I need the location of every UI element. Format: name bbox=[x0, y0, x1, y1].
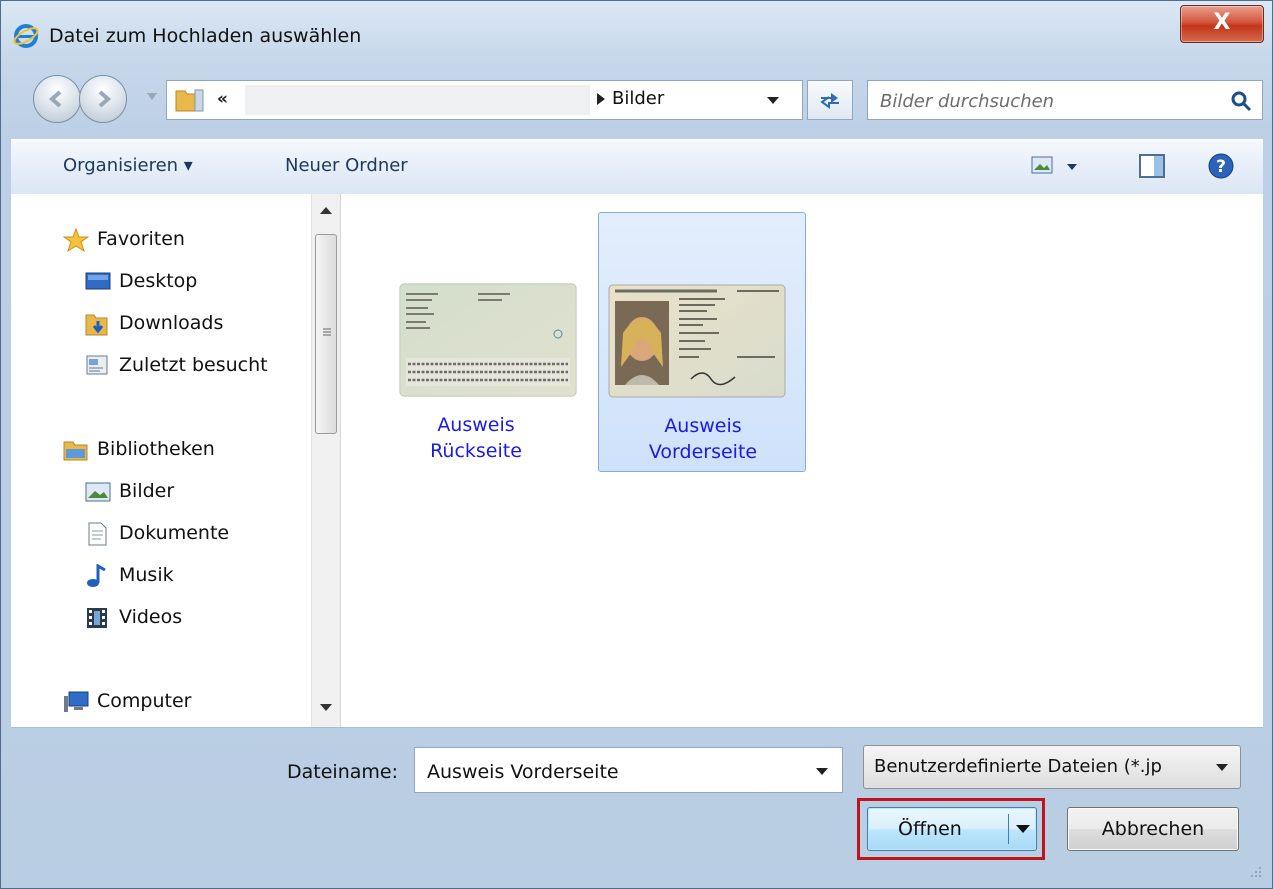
videos-icon bbox=[87, 608, 107, 628]
organize-menu-button[interactable]: Organisieren ▾ bbox=[63, 155, 193, 176]
nav-pane-scrollbar[interactable] bbox=[311, 194, 341, 727]
open-button-label: Öffnen bbox=[898, 818, 962, 840]
command-bar: Organisieren ▾ Neuer Ordner ? bbox=[11, 139, 1263, 195]
forward-arrow-icon bbox=[98, 90, 112, 108]
scroll-up-icon[interactable] bbox=[320, 206, 332, 214]
desktop-icon bbox=[85, 272, 111, 290]
filetype-dropdown-icon bbox=[1216, 764, 1228, 771]
refresh-icon bbox=[820, 93, 839, 109]
file-name: Ausweis Vorderseite bbox=[599, 413, 807, 465]
address-overflow[interactable]: « bbox=[217, 89, 228, 109]
refresh-button[interactable] bbox=[807, 80, 853, 120]
window-title: Datei zum Hochladen auswählen bbox=[49, 25, 362, 47]
svg-text:?: ? bbox=[1216, 157, 1226, 177]
search-box[interactable] bbox=[867, 80, 1263, 120]
filetype-value: Benutzerdefinierte Dateien (*.jp bbox=[874, 756, 1162, 777]
nav-label: Downloads bbox=[119, 312, 224, 334]
open-button[interactable]: Öffnen bbox=[867, 807, 1037, 851]
nav-label: Bibliotheken bbox=[97, 438, 215, 460]
filename-input[interactable] bbox=[425, 758, 789, 786]
nav-label: Desktop bbox=[119, 270, 198, 292]
nav-label: Favoriten bbox=[97, 228, 185, 250]
nav-label: Computer bbox=[97, 690, 192, 712]
file-list: Ausweis Rückseite Ausweis Vorderseite bbox=[342, 194, 1263, 727]
computer-icon bbox=[64, 691, 89, 712]
open-options-dropdown-icon[interactable] bbox=[1016, 825, 1030, 834]
pictures-icon bbox=[85, 482, 111, 502]
nav-label: Videos bbox=[119, 606, 183, 628]
back-arrow-icon bbox=[48, 90, 62, 108]
search-input[interactable] bbox=[878, 87, 1222, 115]
file-name-line2: Rückseite bbox=[430, 440, 522, 462]
nav-label: Zuletzt besucht bbox=[119, 354, 268, 376]
recent-places-icon bbox=[86, 355, 108, 375]
address-bar[interactable]: « Bilder bbox=[166, 80, 803, 120]
downloads-folder-icon bbox=[85, 314, 108, 336]
new-folder-button[interactable]: Neuer Ordner bbox=[285, 155, 408, 176]
resize-grip-icon[interactable] bbox=[1248, 864, 1262, 878]
id-card-front-thumbnail bbox=[608, 284, 786, 398]
address-path-redacted bbox=[245, 85, 590, 115]
title-bar: Datei zum Hochladen auswählen X bbox=[1, 1, 1272, 59]
filename-combobox[interactable] bbox=[414, 747, 843, 793]
id-card-back-thumbnail bbox=[399, 283, 577, 397]
close-button[interactable]: X bbox=[1180, 5, 1264, 43]
file-item-ausweis-rueckseite[interactable]: Ausweis Rückseite bbox=[372, 212, 580, 472]
navigation-pane: Favoriten Desktop Downloads Zuletzt besu… bbox=[11, 194, 311, 727]
scroll-down-icon[interactable] bbox=[320, 704, 332, 712]
file-item-ausweis-vorderseite[interactable]: Ausweis Vorderseite bbox=[598, 212, 806, 472]
recent-pages-dropdown-icon[interactable] bbox=[147, 93, 157, 101]
cancel-button[interactable]: Abbrechen bbox=[1067, 807, 1239, 851]
back-button[interactable] bbox=[33, 75, 81, 123]
breadcrumb-bilder[interactable]: Bilder bbox=[612, 88, 664, 109]
split-divider bbox=[1008, 814, 1009, 844]
star-icon bbox=[63, 228, 89, 252]
nav-label: Bilder bbox=[119, 480, 175, 502]
help-icon[interactable]: ? bbox=[1207, 152, 1235, 180]
internet-explorer-icon bbox=[13, 24, 39, 48]
forward-button[interactable] bbox=[79, 75, 127, 123]
documents-icon bbox=[88, 522, 107, 546]
filename-label: Dateiname: bbox=[287, 761, 398, 783]
scrollbar-thumb[interactable] bbox=[315, 234, 337, 434]
preview-pane-icon[interactable] bbox=[1139, 154, 1165, 178]
address-dropdown-icon[interactable] bbox=[767, 97, 779, 105]
file-name-line1: Ausweis bbox=[664, 415, 742, 437]
nav-label: Dokumente bbox=[119, 522, 230, 544]
folder-icon bbox=[175, 89, 204, 112]
music-icon bbox=[87, 564, 106, 587]
file-name-line2: Vorderseite bbox=[648, 441, 758, 463]
scroll-grip-icon bbox=[323, 328, 331, 336]
content-area: Favoriten Desktop Downloads Zuletzt besu… bbox=[11, 194, 1263, 728]
search-icon[interactable] bbox=[1230, 90, 1252, 112]
filename-dropdown-icon[interactable] bbox=[816, 768, 828, 776]
breadcrumb-separator-icon[interactable] bbox=[597, 93, 605, 105]
nav-label: Musik bbox=[119, 564, 174, 586]
library-icon bbox=[63, 441, 88, 461]
file-name: Ausweis Rückseite bbox=[372, 412, 580, 464]
filetype-select[interactable]: Benutzerdefinierte Dateien (*.jp bbox=[863, 745, 1241, 789]
file-name-line1: Ausweis bbox=[437, 414, 515, 436]
change-view-icon[interactable] bbox=[1031, 154, 1081, 178]
file-open-dialog: Datei zum Hochladen auswählen X « Bilder bbox=[0, 0, 1273, 889]
